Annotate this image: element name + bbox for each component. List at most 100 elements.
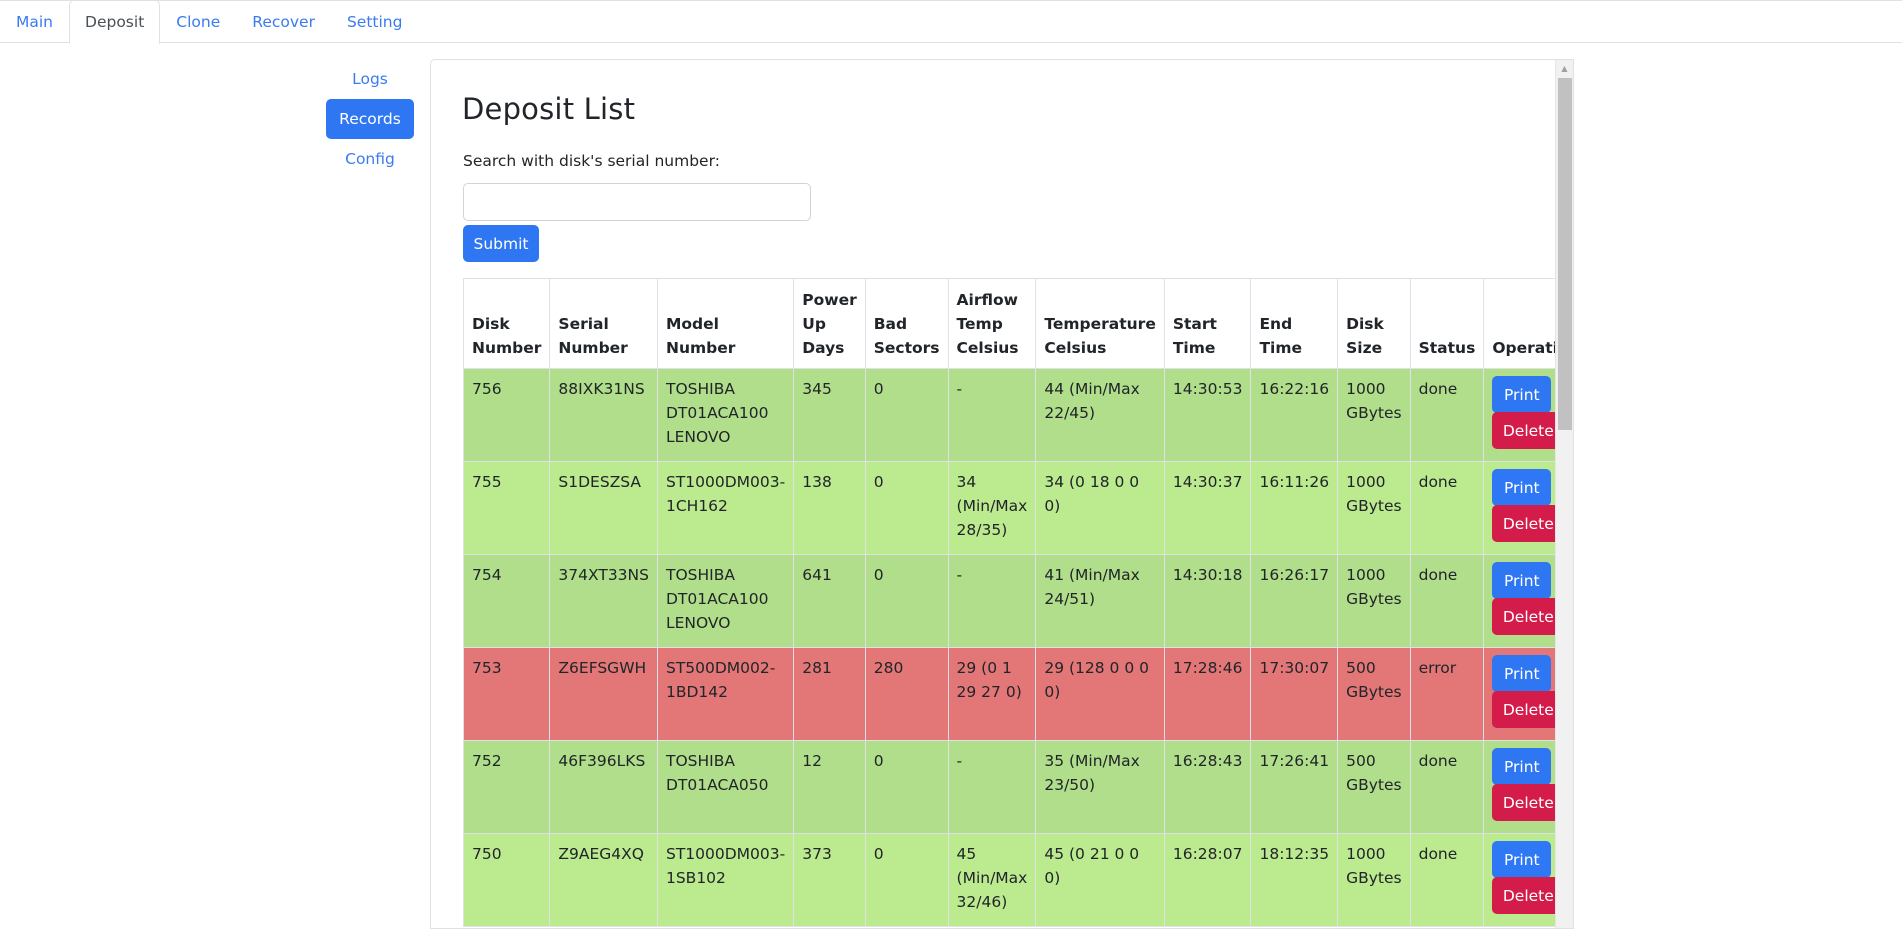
col-header-end-time: End Time [1250, 278, 1339, 369]
cell-power-up-days: 641 [793, 554, 866, 648]
delete-button[interactable]: Delete [1492, 691, 1555, 728]
cell-start-time: 14:30:18 [1163, 554, 1252, 648]
cell-serial-number: 374XT33NS [549, 554, 658, 648]
cell-airflow-temp: 34 (Min/Max 28/35) [947, 461, 1037, 555]
cell-serial-number: Z9AEG4XQ [549, 833, 658, 927]
print-button[interactable]: Print [1492, 562, 1552, 599]
submit-button[interactable]: Submit [463, 225, 539, 262]
print-button[interactable]: Print [1492, 748, 1552, 785]
col-header-start-time: Start Time [1163, 278, 1252, 369]
cell-disk-number: 756 [462, 368, 551, 462]
cell-status: error [1409, 647, 1485, 741]
table-header-row: Disk Number Serial Number Model Number P… [462, 278, 1555, 369]
col-header-operation: Operation [1483, 278, 1555, 369]
scrollbar-thumb[interactable] [1558, 78, 1572, 430]
side-nav: Logs Records Config [326, 59, 414, 179]
cell-disk-number: 754 [462, 554, 551, 648]
cell-operation: Print Delete [1483, 368, 1555, 462]
cell-disk-size: 1000 GBytes [1337, 833, 1411, 927]
table-row: 754 374XT33NS TOSHIBA DT01ACA100 LENOVO … [462, 554, 1555, 648]
cell-power-up-days: 138 [793, 461, 866, 555]
search-label: Search with disk's serial number: [463, 152, 720, 170]
print-button[interactable]: Print [1492, 655, 1552, 692]
cell-disk-size: 500 GBytes [1337, 740, 1411, 834]
delete-button[interactable]: Delete [1492, 784, 1555, 821]
cell-start-time: 16:28:07 [1163, 833, 1252, 927]
content-scroll-area: Deposit List Search with disk's serial n… [431, 60, 1555, 928]
sidebar-item-logs[interactable]: Logs [326, 59, 414, 99]
cell-temperature: 29 (128 0 0 0 0) [1035, 647, 1165, 741]
content-panel: Deposit List Search with disk's serial n… [430, 59, 1574, 929]
page-title: Deposit List [462, 92, 636, 126]
sidebar-item-config[interactable]: Config [326, 139, 414, 179]
col-header-model-number: Model Number [656, 278, 795, 369]
print-button[interactable]: Print [1492, 376, 1552, 413]
cell-airflow-temp: - [947, 740, 1037, 834]
cell-serial-number: Z6EFSGWH [549, 647, 658, 741]
cell-serial-number: S1DESZSA [549, 461, 658, 555]
col-header-disk-size: Disk Size [1337, 278, 1411, 369]
cell-end-time: 17:26:41 [1250, 740, 1339, 834]
table-row: 755 S1DESZSA ST1000DM003-1CH162 138 0 34… [462, 461, 1555, 555]
tab-clone[interactable]: Clone [160, 0, 236, 43]
col-header-power-up-days: Power Up Days [793, 278, 866, 369]
cell-model-number: TOSHIBA DT01ACA100 LENOVO [656, 368, 795, 462]
cell-operation: Print Delete [1483, 461, 1555, 555]
cell-model-number: TOSHIBA DT01ACA050 [656, 740, 795, 834]
sidebar-item-records[interactable]: Records [326, 99, 414, 139]
cell-status: done [1409, 461, 1485, 555]
scroll-up-arrow-icon[interactable]: ▲ [1556, 60, 1573, 77]
delete-button[interactable]: Delete [1492, 877, 1555, 914]
cell-start-time: 16:28:43 [1163, 740, 1252, 834]
cell-start-time: 14:30:53 [1163, 368, 1252, 462]
cell-operation: Print Delete [1483, 554, 1555, 648]
col-header-bad-sectors: Bad Sectors [864, 278, 949, 369]
cell-temperature: 44 (Min/Max 22/45) [1035, 368, 1165, 462]
table-row: 753 Z6EFSGWH ST500DM002-1BD142 281 280 2… [462, 647, 1555, 741]
print-button[interactable]: Print [1492, 841, 1552, 878]
cell-end-time: 17:30:07 [1250, 647, 1339, 741]
cell-status: done [1409, 833, 1485, 927]
cell-model-number: ST1000DM003-1SB102 [656, 833, 795, 927]
cell-disk-number: 752 [462, 740, 551, 834]
cell-temperature: 35 (Min/Max 23/50) [1035, 740, 1165, 834]
col-header-disk-number: Disk Number [462, 278, 551, 369]
top-tab-bar: Main Deposit Clone Recover Setting [0, 0, 1902, 44]
delete-button[interactable]: Delete [1492, 412, 1555, 449]
delete-button[interactable]: Delete [1492, 505, 1555, 542]
cell-status: done [1409, 368, 1485, 462]
cell-serial-number: 46F396LKS [549, 740, 658, 834]
cell-model-number: TOSHIBA DT01ACA100 LENOVO [656, 554, 795, 648]
cell-bad-sectors: 0 [864, 368, 949, 462]
cell-disk-number: 753 [462, 647, 551, 741]
cell-disk-size: 1000 GBytes [1337, 461, 1411, 555]
tab-deposit[interactable]: Deposit [69, 0, 161, 44]
tab-main[interactable]: Main [0, 0, 69, 43]
table-row: 756 88IXK31NS TOSHIBA DT01ACA100 LENOVO … [462, 368, 1555, 462]
cell-temperature: 34 (0 18 0 0 0) [1035, 461, 1165, 555]
delete-button[interactable]: Delete [1492, 598, 1555, 635]
col-header-airflow-temp: Airflow Temp Celsius [947, 278, 1037, 369]
table-body: 756 88IXK31NS TOSHIBA DT01ACA100 LENOVO … [462, 368, 1555, 927]
tab-setting[interactable]: Setting [331, 0, 419, 43]
print-button[interactable]: Print [1492, 469, 1552, 506]
cell-airflow-temp: 45 (Min/Max 32/46) [947, 833, 1037, 927]
table-row: 750 Z9AEG4XQ ST1000DM003-1SB102 373 0 45… [462, 833, 1555, 927]
cell-disk-size: 1000 GBytes [1337, 368, 1411, 462]
cell-airflow-temp: - [947, 368, 1037, 462]
cell-temperature: 45 (0 21 0 0 0) [1035, 833, 1165, 927]
cell-operation: Print Delete [1483, 740, 1555, 834]
serial-search-input[interactable] [463, 183, 811, 221]
cell-status: done [1409, 554, 1485, 648]
table-row: 752 46F396LKS TOSHIBA DT01ACA050 12 0 - … [462, 740, 1555, 834]
cell-operation: Print Delete [1483, 833, 1555, 927]
cell-bad-sectors: 280 [864, 647, 949, 741]
vertical-scrollbar[interactable]: ▲ [1555, 60, 1573, 928]
cell-bad-sectors: 0 [864, 740, 949, 834]
cell-end-time: 16:22:16 [1250, 368, 1339, 462]
cell-bad-sectors: 0 [864, 461, 949, 555]
cell-airflow-temp: - [947, 554, 1037, 648]
cell-end-time: 18:12:35 [1250, 833, 1339, 927]
tab-recover[interactable]: Recover [236, 0, 331, 43]
cell-operation: Print Delete [1483, 647, 1555, 741]
